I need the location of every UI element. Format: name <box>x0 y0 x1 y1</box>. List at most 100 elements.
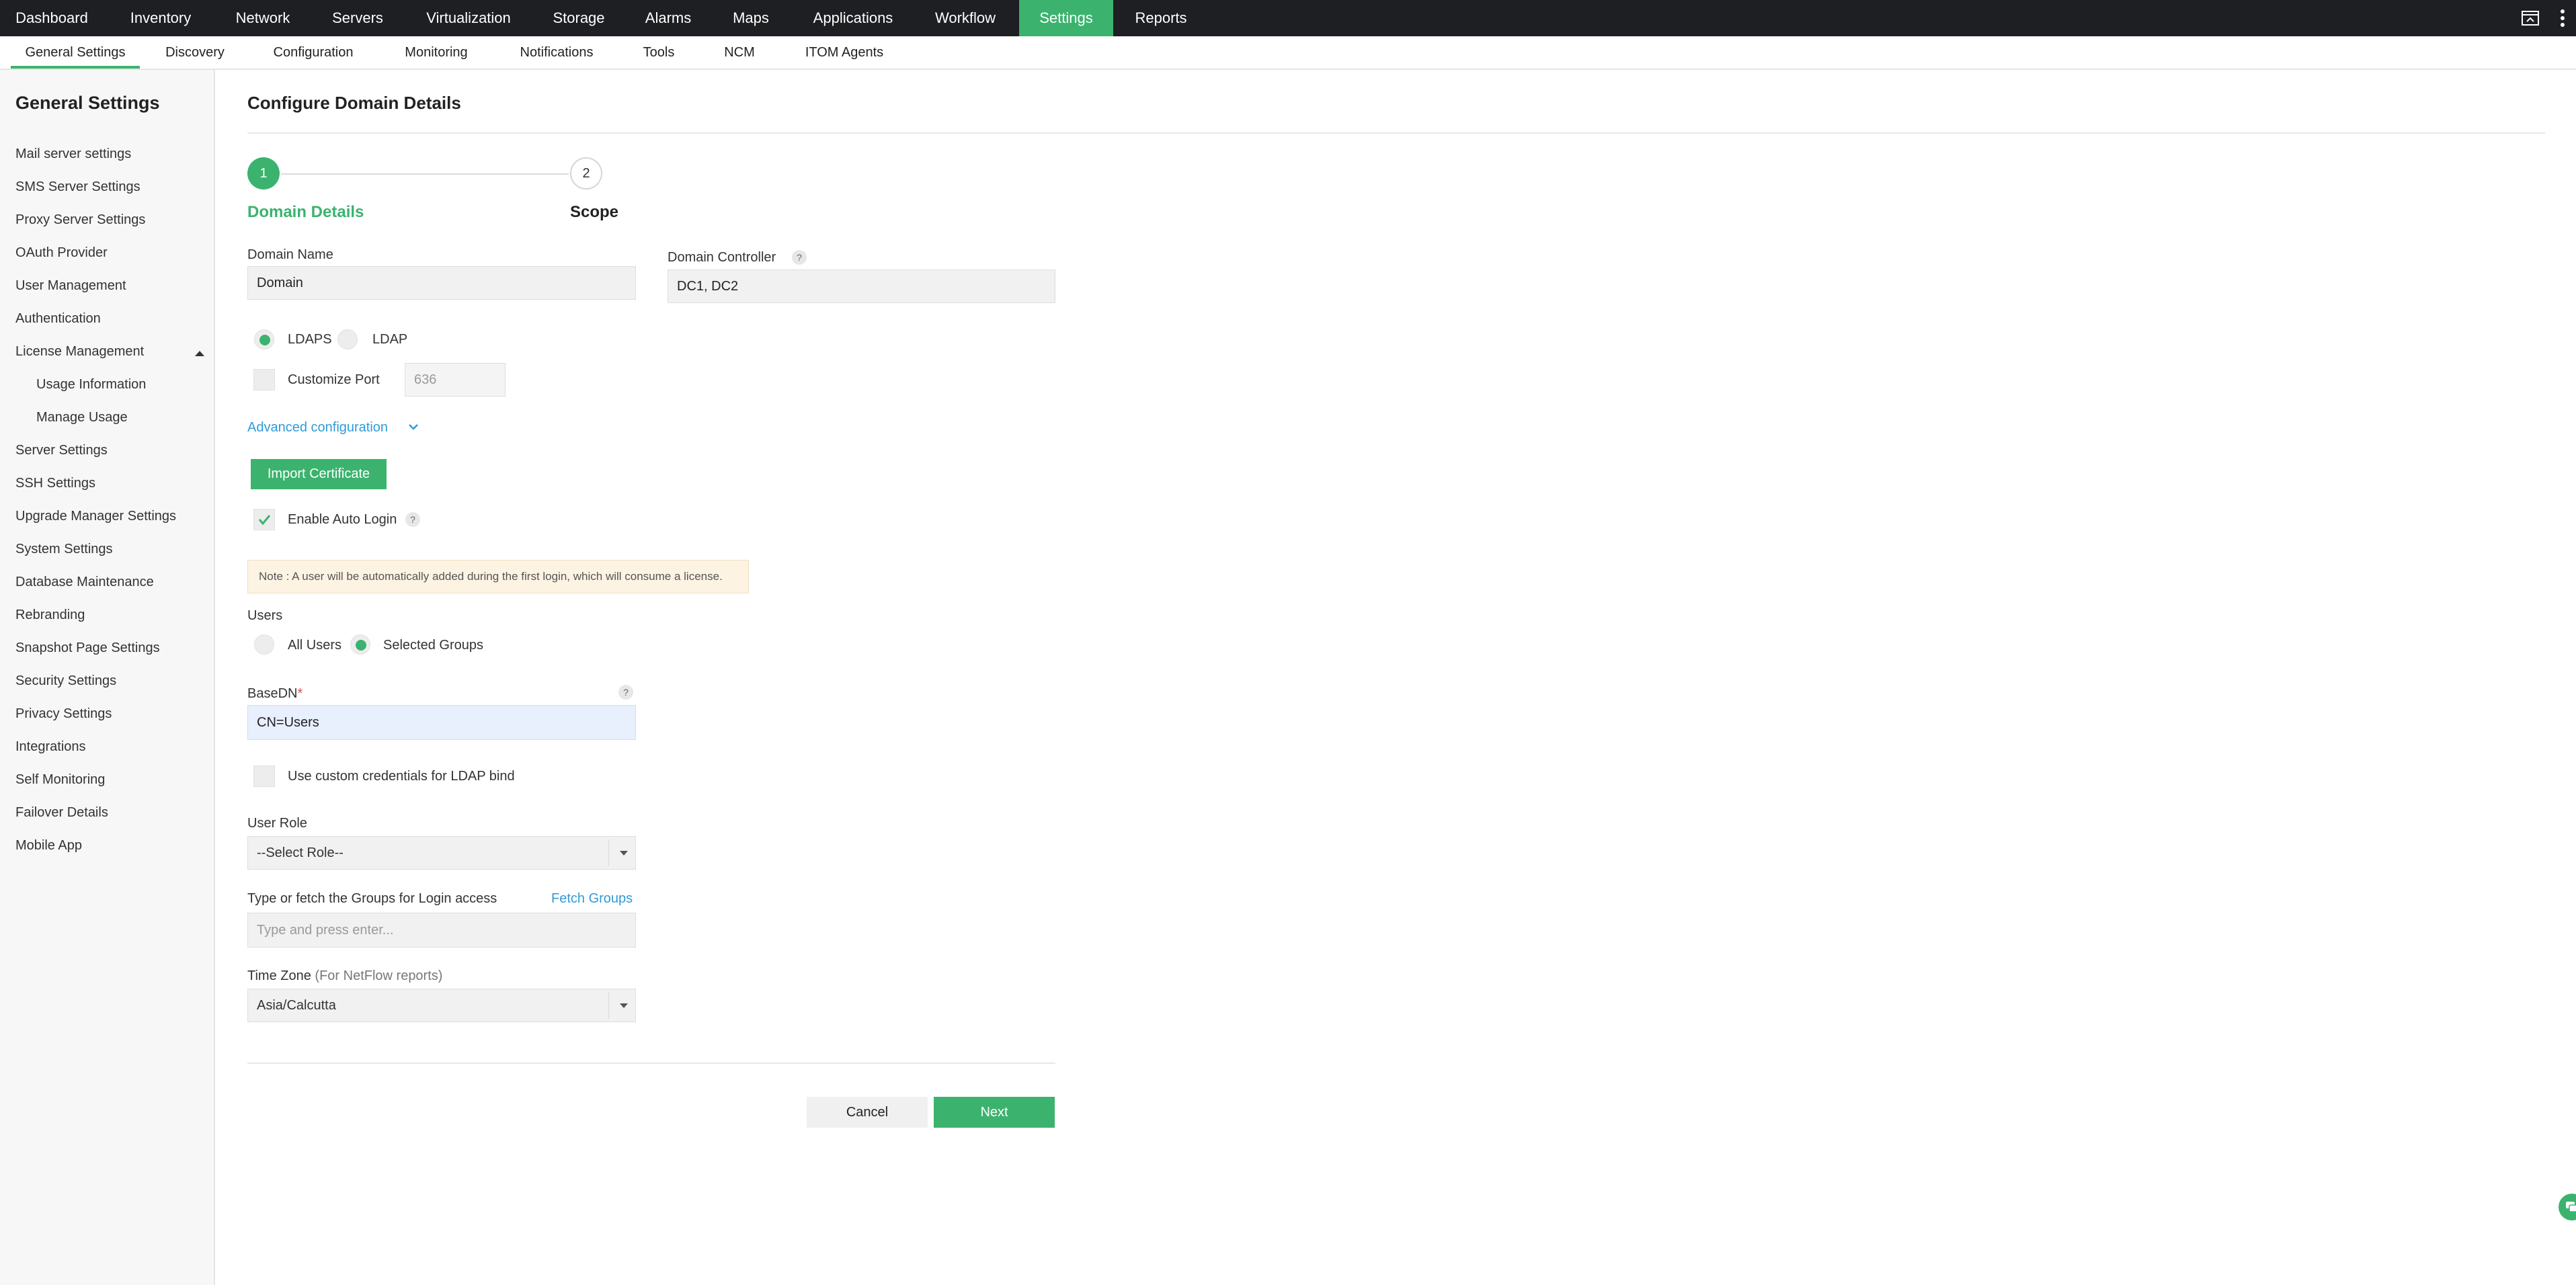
nav-workflow[interactable]: Workflow <box>924 0 1007 36</box>
nav-virtualization[interactable]: Virtualization <box>413 0 524 36</box>
advanced-configuration-link[interactable]: Advanced configuration <box>247 420 388 436</box>
users-label: Users <box>247 608 283 623</box>
sidebar-item-server-settings[interactable]: Server Settings <box>15 443 108 458</box>
sidebar-item-integrations[interactable]: Integrations <box>15 739 86 755</box>
customize-port-checkbox[interactable] <box>253 369 275 390</box>
sidebar-item-mail-server[interactable]: Mail server settings <box>15 147 131 162</box>
dropdown-caret-icon <box>620 1003 628 1008</box>
all-users-label: All Users <box>288 638 342 653</box>
nav-alarms[interactable]: Alarms <box>635 0 702 36</box>
ldap-label: LDAP <box>372 332 408 347</box>
tab-general-settings[interactable]: General Settings <box>11 36 140 69</box>
selected-groups-radio[interactable] <box>350 634 370 655</box>
required-mark: * <box>297 686 303 701</box>
timezone-label: Time Zone (For NetFlow reports) <box>247 968 442 984</box>
tab-itom-agents[interactable]: ITOM Agents <box>797 36 891 69</box>
top-navigation: Dashboard Inventory Network Servers Virt… <box>0 0 2576 36</box>
help-icon[interactable]: ? <box>405 512 420 527</box>
nav-dashboard[interactable]: Dashboard <box>0 0 104 36</box>
step-1-label: Domain Details <box>247 203 364 221</box>
chat-icon[interactable] <box>2559 1194 2576 1220</box>
title-divider <box>247 132 2545 134</box>
sidebar-item-privacy-settings[interactable]: Privacy Settings <box>15 706 112 722</box>
select-divider <box>608 839 609 866</box>
sidebar-item-proxy-server[interactable]: Proxy Server Settings <box>15 212 145 228</box>
timezone-hint: (For NetFlow reports) <box>315 968 443 983</box>
ldaps-radio[interactable] <box>254 329 274 349</box>
collapse-caret-icon[interactable] <box>195 351 204 356</box>
sidebar-item-ssh-settings[interactable]: SSH Settings <box>15 476 95 491</box>
sidebar-item-mobile-app[interactable]: Mobile App <box>15 838 82 854</box>
domain-name-input[interactable]: Domain <box>247 266 636 300</box>
nav-applications[interactable]: Applications <box>800 0 906 36</box>
customize-port-label: Customize Port <box>288 372 380 387</box>
tab-discovery[interactable]: Discovery <box>159 36 231 69</box>
select-divider <box>608 992 609 1019</box>
timezone-select[interactable]: Asia/Calcutta <box>247 989 636 1022</box>
tab-notifications[interactable]: Notifications <box>510 36 604 69</box>
nav-servers[interactable]: Servers <box>316 0 399 36</box>
basedn-label: BaseDN* <box>247 686 303 702</box>
sidebar-item-rebranding[interactable]: Rebranding <box>15 608 85 623</box>
sidebar-item-oauth-provider[interactable]: OAuth Provider <box>15 245 108 261</box>
auto-login-checkbox[interactable] <box>253 509 275 530</box>
ldaps-label: LDAPS <box>288 332 332 347</box>
dropdown-caret-icon <box>620 851 628 856</box>
port-input[interactable]: 636 <box>405 363 506 397</box>
sidebar-item-user-management[interactable]: User Management <box>15 278 126 294</box>
page-title: Configure Domain Details <box>247 93 461 113</box>
auto-login-label: Enable Auto Login <box>288 512 397 527</box>
sidebar-item-manage-usage[interactable]: Manage Usage <box>36 410 128 425</box>
nav-inventory[interactable]: Inventory <box>116 0 206 36</box>
sidebar-item-license-management[interactable]: License Management <box>15 344 144 360</box>
step-2-label: Scope <box>570 203 619 221</box>
nav-settings[interactable]: Settings <box>1019 0 1113 36</box>
all-users-radio[interactable] <box>254 634 274 655</box>
basedn-input[interactable]: CN=Users <box>247 705 636 740</box>
ldap-radio[interactable] <box>337 329 358 349</box>
step-1-circle: 1 <box>247 157 280 190</box>
domain-name-label: Domain Name <box>247 247 333 262</box>
sub-navigation: General Settings Discovery Configuration… <box>0 36 2576 70</box>
nav-maps[interactable]: Maps <box>721 0 781 36</box>
step-2-circle: 2 <box>570 157 602 190</box>
basedn-label-text: BaseDN <box>247 686 298 701</box>
tab-ncm[interactable]: NCM <box>715 36 764 69</box>
sidebar-item-system-settings[interactable]: System Settings <box>15 542 113 557</box>
cancel-button[interactable]: Cancel <box>807 1097 928 1128</box>
sidebar-item-usage-information[interactable]: Usage Information <box>36 377 146 392</box>
more-vertical-icon[interactable] <box>2554 0 2571 36</box>
domain-controller-input[interactable]: DC1, DC2 <box>668 270 1055 303</box>
nav-storage[interactable]: Storage <box>542 0 616 36</box>
selected-groups-label: Selected Groups <box>383 638 483 653</box>
user-role-select[interactable]: --Select Role-- <box>247 836 636 870</box>
import-certificate-button[interactable]: Import Certificate <box>251 459 387 489</box>
custom-credentials-label: Use custom credentials for LDAP bind <box>288 769 515 784</box>
next-button[interactable]: Next <box>934 1097 1055 1128</box>
domain-controller-label: Domain Controller <box>668 250 776 265</box>
custom-credentials-checkbox[interactable] <box>253 765 275 787</box>
sidebar-item-sms-server[interactable]: SMS Server Settings <box>15 179 140 195</box>
sidebar-item-self-monitoring[interactable]: Self Monitoring <box>15 772 105 788</box>
sidebar-item-security-settings[interactable]: Security Settings <box>15 673 116 689</box>
sidebar-item-snapshot-page[interactable]: Snapshot Page Settings <box>15 640 160 656</box>
timezone-label-text: Time Zone <box>247 968 311 983</box>
tab-tools[interactable]: Tools <box>635 36 683 69</box>
groups-input[interactable]: Type and press enter... <box>247 913 636 948</box>
chevron-down-icon[interactable] <box>407 422 419 435</box>
fetch-groups-link[interactable]: Fetch Groups <box>551 891 633 907</box>
tab-configuration[interactable]: Configuration <box>266 36 360 69</box>
tab-monitoring[interactable]: Monitoring <box>393 36 480 69</box>
nav-network[interactable]: Network <box>219 0 307 36</box>
form-divider <box>247 1063 1055 1064</box>
help-icon[interactable]: ? <box>618 685 633 700</box>
nav-reports[interactable]: Reports <box>1124 0 1198 36</box>
help-icon[interactable]: ? <box>792 250 807 265</box>
sidebar-title: General Settings <box>15 93 160 113</box>
stepper-line <box>281 173 569 175</box>
sidebar-item-authentication[interactable]: Authentication <box>15 311 101 327</box>
screen-icon[interactable] <box>2520 0 2541 36</box>
sidebar-item-database-maintenance[interactable]: Database Maintenance <box>15 575 154 590</box>
sidebar-item-upgrade-manager[interactable]: Upgrade Manager Settings <box>15 509 176 524</box>
sidebar-item-failover-details[interactable]: Failover Details <box>15 805 108 821</box>
